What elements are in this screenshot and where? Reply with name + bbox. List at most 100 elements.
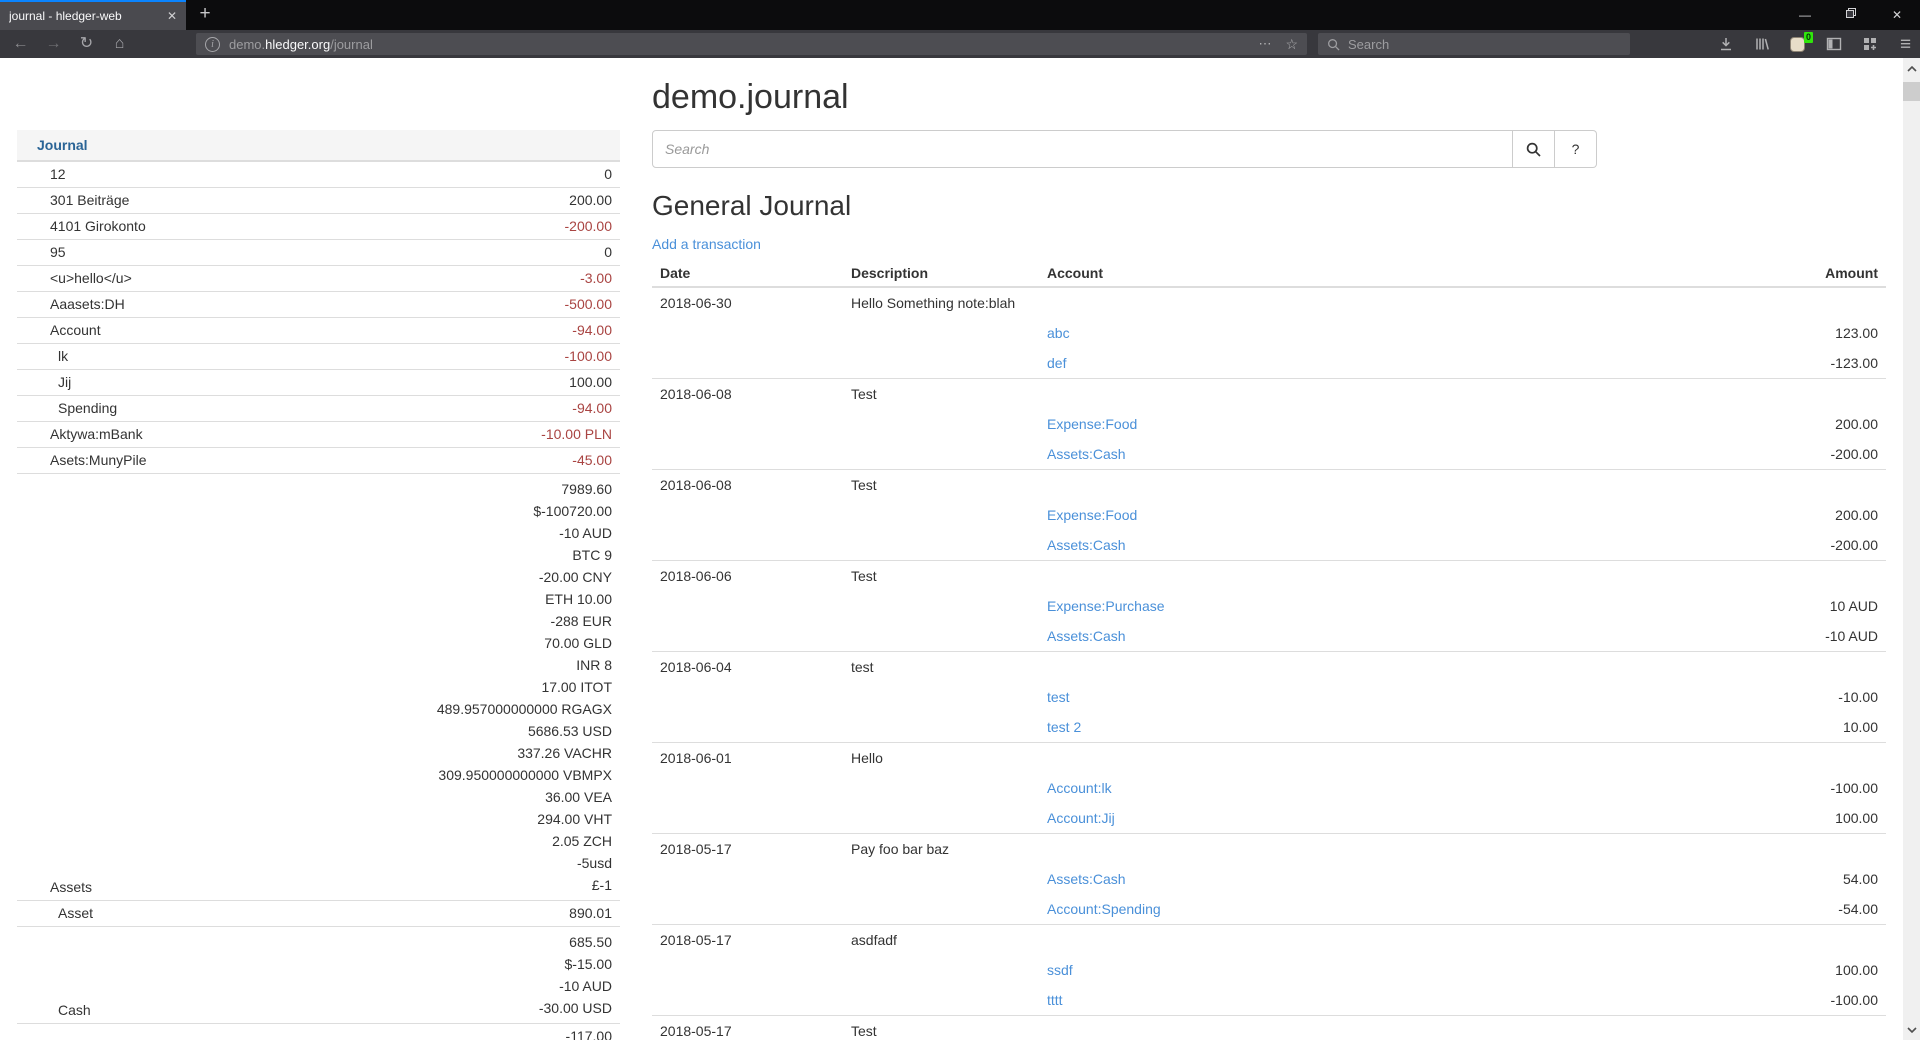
empty-cell: [843, 439, 1039, 470]
posting-account-link[interactable]: tttt: [1047, 992, 1063, 1008]
account-balance-cell: -3.00: [269, 266, 620, 292]
site-info-icon[interactable]: i: [205, 37, 220, 52]
account-balance-cell: 7989.60$-100720.00-10 AUDBTC 9-20.00 CNY…: [269, 474, 620, 901]
sidebar-account-link[interactable]: lk: [58, 348, 68, 364]
sidebar-account-link[interactable]: 4101 Girokonto: [50, 218, 146, 234]
menu-icon[interactable]: ≡: [1897, 36, 1914, 53]
posting-account-link[interactable]: Expense:Purchase: [1047, 598, 1165, 614]
empty-cell: [1039, 652, 1650, 683]
search-button[interactable]: [1513, 130, 1555, 168]
empty-cell: [1039, 287, 1650, 318]
posting-account-link[interactable]: def: [1047, 355, 1066, 371]
sidebar-accounts-table: Journal 120301 Beiträge200.004101 Giroko…: [17, 130, 620, 1040]
posting-account-link[interactable]: Assets:Cash: [1047, 446, 1126, 462]
transaction-description: asdfadf: [843, 925, 1039, 956]
account-balance-cell: 0: [269, 161, 620, 188]
posting-account-link[interactable]: Assets:Cash: [1047, 871, 1126, 887]
browser-search-input[interactable]: Search: [1318, 33, 1630, 55]
home-icon[interactable]: ⌂: [103, 30, 136, 58]
posting-amount: -123.00: [1650, 348, 1886, 379]
empty-cell: [843, 500, 1039, 530]
empty-cell: [843, 773, 1039, 803]
page-actions-icon[interactable]: ⋯: [1258, 36, 1272, 52]
sidebar-account-row: lk-100.00: [17, 344, 620, 370]
posting-account-link[interactable]: Account:lk: [1047, 780, 1112, 796]
posting-account-link[interactable]: ssdf: [1047, 962, 1073, 978]
scroll-up-icon[interactable]: [1903, 60, 1920, 77]
add-transaction-link[interactable]: Add a transaction: [652, 236, 761, 252]
balance-amount: -20.00 CNY: [277, 566, 612, 588]
posting-amount: 100.00: [1650, 955, 1886, 985]
sidebar-account-link[interactable]: Aaasets:DH: [50, 296, 125, 312]
bookmark-star-icon[interactable]: ☆: [1285, 36, 1298, 53]
search-input[interactable]: [652, 130, 1513, 168]
posting-account-link[interactable]: Expense:Food: [1047, 507, 1137, 523]
forward-icon[interactable]: →: [37, 30, 70, 58]
balance-amount: 337.26 VACHR: [277, 742, 612, 764]
posting-row: Account:Jij100.00: [652, 803, 1886, 834]
sidebar-account-link[interactable]: Asset: [58, 905, 93, 921]
posting-account-link[interactable]: abc: [1047, 325, 1070, 341]
posting-account-link[interactable]: test: [1047, 689, 1070, 705]
window-minimize-button[interactable]: —: [1782, 0, 1828, 30]
sidebar-account-link[interactable]: 95: [50, 244, 66, 260]
transaction-date: 2018-06-04: [652, 652, 843, 683]
sidebar-account-link[interactable]: Account: [50, 322, 101, 338]
sidebar-account-link[interactable]: Asets:MunyPile: [50, 452, 146, 468]
sidebar-account-link[interactable]: <u>hello</u>: [50, 270, 132, 286]
new-tab-button[interactable]: +: [190, 0, 220, 30]
account-balance-cell: 685.50$-15.00-10 AUD-30.00 USD: [269, 927, 620, 1024]
scroll-down-icon[interactable]: [1903, 1021, 1920, 1038]
reload-icon[interactable]: ↻: [70, 30, 103, 58]
posting-account-cell: Account:Spending: [1039, 894, 1650, 925]
posting-account-link[interactable]: test 2: [1047, 719, 1081, 735]
tab-close-icon[interactable]: ✕: [167, 9, 177, 23]
extension-icon[interactable]: 0: [1789, 36, 1806, 53]
posting-account-link[interactable]: Account:Jij: [1047, 810, 1115, 826]
balance-amount: 7989.60: [277, 478, 612, 500]
posting-account-cell: def: [1039, 348, 1650, 379]
library-icon[interactable]: [1753, 36, 1770, 53]
sidebar-account-link[interactable]: Assets: [50, 879, 92, 895]
sidebar-account-link[interactable]: Jij: [58, 374, 71, 390]
journal-nav-link[interactable]: Journal: [37, 137, 88, 153]
sidebar-account-link[interactable]: Spending: [58, 400, 117, 416]
sidebar-toggle-icon[interactable]: [1825, 36, 1842, 53]
toolbar-icons: 0 ≡: [1717, 30, 1914, 58]
empty-cell: [843, 621, 1039, 652]
page-scrollbar[interactable]: [1903, 58, 1920, 1040]
balance-amount: 0: [277, 166, 612, 183]
window-restore-button[interactable]: [1828, 0, 1874, 30]
empty-cell: [1039, 470, 1650, 501]
posting-row: Account:Spending-54.00: [652, 894, 1886, 925]
download-icon[interactable]: [1717, 36, 1734, 53]
empty-cell: [843, 955, 1039, 985]
scrollbar-thumb[interactable]: [1903, 82, 1920, 101]
posting-row: Assets:Cash-200.00: [652, 439, 1886, 470]
column-header-date: Date: [652, 260, 843, 287]
balance-amount: -30.00 USD: [277, 997, 612, 1019]
sidebar-account-link[interactable]: Cash: [58, 1002, 91, 1018]
empty-cell: [1039, 561, 1650, 592]
search-help-button[interactable]: ?: [1555, 130, 1597, 168]
posting-account-link[interactable]: Assets:Cash: [1047, 628, 1126, 644]
balance-amount: -45.00: [277, 452, 612, 469]
sidebar-account-link[interactable]: 301 Beiträge: [50, 192, 129, 208]
sidebar-account-link[interactable]: Aktywa:mBank: [50, 426, 143, 442]
posting-account-link[interactable]: Account:Spending: [1047, 901, 1161, 917]
posting-account-link[interactable]: Assets:Cash: [1047, 537, 1126, 553]
posting-account-link[interactable]: Expense:Food: [1047, 416, 1137, 432]
journal-search-form: ?: [652, 130, 1597, 168]
window-close-button[interactable]: ✕: [1874, 0, 1920, 30]
browser-tab[interactable]: journal - hledger-web ✕: [0, 0, 186, 30]
posting-amount: 10.00: [1650, 712, 1886, 743]
balance-amount: $-15.00: [277, 953, 612, 975]
posting-account-cell: Assets:Cash: [1039, 439, 1650, 470]
sidebar-account-link[interactable]: 12: [50, 166, 66, 182]
page-content: Journal 120301 Beiträge200.004101 Giroko…: [0, 58, 1903, 1040]
posting-row: Expense:Purchase10 AUD: [652, 591, 1886, 621]
url-bar[interactable]: i demo.hledger.org/journal ⋯ ☆: [196, 33, 1307, 55]
account-name-cell: Cash: [17, 927, 269, 1024]
back-icon[interactable]: ←: [4, 30, 37, 58]
highlights-grid-icon[interactable]: [1861, 36, 1878, 53]
